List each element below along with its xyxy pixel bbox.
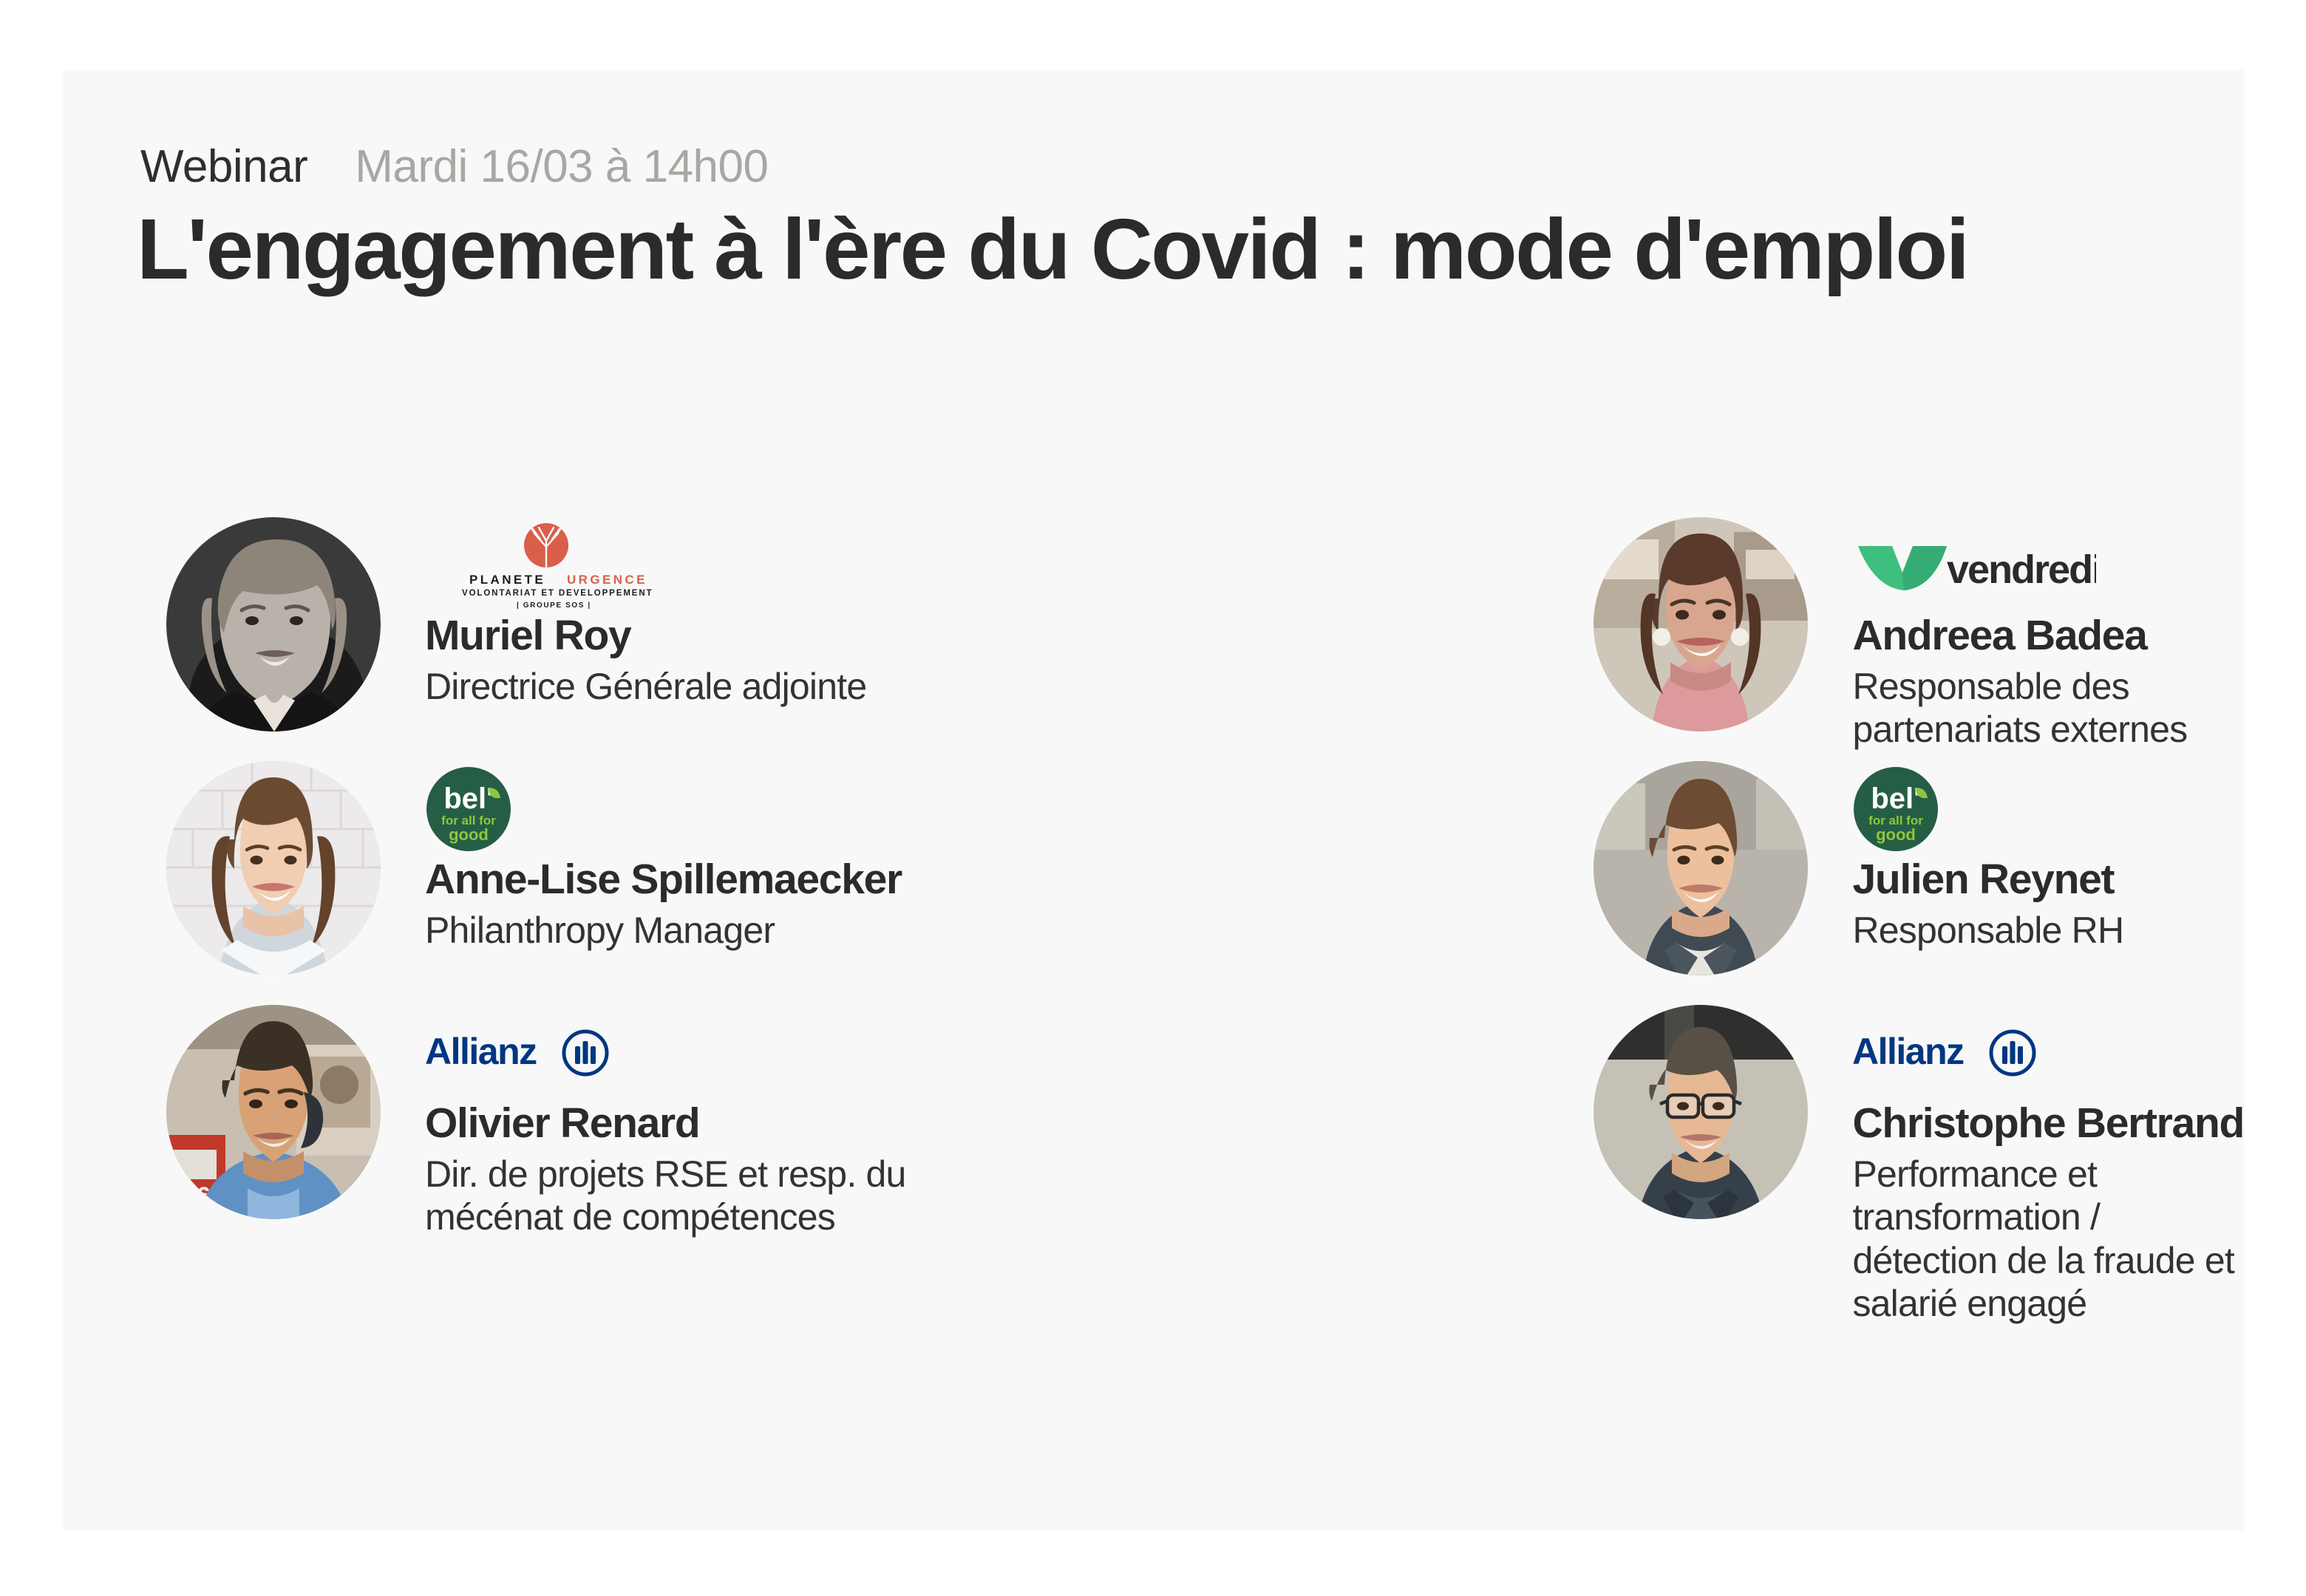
organization-logo: PLANETE URGENCE VOLONTARIAT ET DEVELOPPE… xyxy=(425,522,866,609)
svg-text:bel': bel' xyxy=(443,782,493,815)
speaker-info: Allianz Christophe Bertrand Performance … xyxy=(1852,1005,2244,1326)
speaker-card: bel' for all for good Julien Reynet Resp… xyxy=(973,761,2244,1005)
speaker-name: Julien Reynet xyxy=(1852,856,2115,903)
svg-text:good: good xyxy=(1877,825,1916,844)
svg-text:Allianz: Allianz xyxy=(425,1031,537,1072)
organization-logo: vendredi xyxy=(1852,522,2244,609)
svg-text:PLANETE: PLANETE xyxy=(469,573,545,587)
speaker-role: Responsable RH xyxy=(1852,909,2124,951)
svg-text:vendredi: vendredi xyxy=(1947,548,2096,592)
speaker-info: bel' for all for good Anne-Lise Spillema… xyxy=(425,761,902,952)
speaker-role: Directrice Générale adjointe xyxy=(425,665,867,707)
organization-logo: bel' for all for good xyxy=(1852,765,2123,853)
svg-text:URGENCE: URGENCE xyxy=(567,573,647,587)
speaker-name: Andreea Badea xyxy=(1852,612,2147,659)
svg-text:16: 16 xyxy=(183,1182,211,1210)
speaker-name: Christophe Bertrand xyxy=(1852,1099,2244,1147)
organization-logo: bel' for all for good xyxy=(425,765,902,853)
speaker-card: vendredi Andreea Badea Responsable des p… xyxy=(973,517,2244,761)
speaker-card: PLANETE URGENCE VOLONTARIAT ET DEVELOPPE… xyxy=(63,517,973,761)
avatar xyxy=(1594,517,1809,732)
avatar xyxy=(166,517,381,732)
avatar xyxy=(166,761,381,975)
organization-logo: Allianz xyxy=(425,1009,973,1097)
svg-text:bel': bel' xyxy=(1871,782,1921,815)
svg-text:good: good xyxy=(449,825,489,844)
speaker-role: Performance et transformation / détectio… xyxy=(1852,1153,2234,1325)
organization-logo: Allianz xyxy=(1852,1009,2244,1097)
avatar xyxy=(1594,1005,1809,1219)
speaker-card: Allianz Christophe Bertrand Performance … xyxy=(973,1005,2244,1324)
speaker-name: Anne-Lise Spillemaecker xyxy=(425,856,902,903)
speaker-info: bel' for all for good Julien Reynet Resp… xyxy=(1852,761,2124,952)
webinar-poster: Webinar Mardi 16/03 à 14h00 L'engagement… xyxy=(63,70,2244,1531)
kicker-label: Webinar xyxy=(140,141,308,192)
speaker-name: Olivier Renard xyxy=(425,1099,701,1147)
svg-text:VOLONTARIAT ET DEVELOPPEMENT: VOLONTARIAT ET DEVELOPPEMENT xyxy=(462,589,653,598)
speaker-role: Philanthropy Manager xyxy=(425,909,775,951)
speaker-card: 16 Allianz Olivier Renard Dir. de projet… xyxy=(63,1005,973,1249)
svg-text:Allianz: Allianz xyxy=(1852,1031,1964,1072)
avatar: 16 xyxy=(166,1005,381,1219)
speaker-role: Responsable des partenariats externes xyxy=(1852,665,2188,751)
speaker-name: Muriel Roy xyxy=(425,612,632,659)
svg-text:| GROUPE SOS |: | GROUPE SOS | xyxy=(517,601,591,609)
speaker-info: vendredi Andreea Badea Responsable des p… xyxy=(1852,517,2244,751)
speaker-info: Allianz Olivier Renard Dir. de projets R… xyxy=(425,1005,973,1239)
page-title: L'engagement à l'ère du Covid : mode d'e… xyxy=(137,201,1970,297)
speakers-grid: PLANETE URGENCE VOLONTARIAT ET DEVELOPPE… xyxy=(63,517,2244,1324)
speaker-card: bel' for all for good Anne-Lise Spillema… xyxy=(63,761,973,1005)
speaker-info: PLANETE URGENCE VOLONTARIAT ET DEVELOPPE… xyxy=(425,517,867,708)
header: Webinar Mardi 16/03 à 14h00 xyxy=(140,144,769,190)
avatar xyxy=(1594,761,1809,975)
speaker-role: Dir. de projets RSE et resp. du mécénat … xyxy=(425,1153,906,1238)
webinar-date: Mardi 16/03 à 14h00 xyxy=(355,141,769,192)
